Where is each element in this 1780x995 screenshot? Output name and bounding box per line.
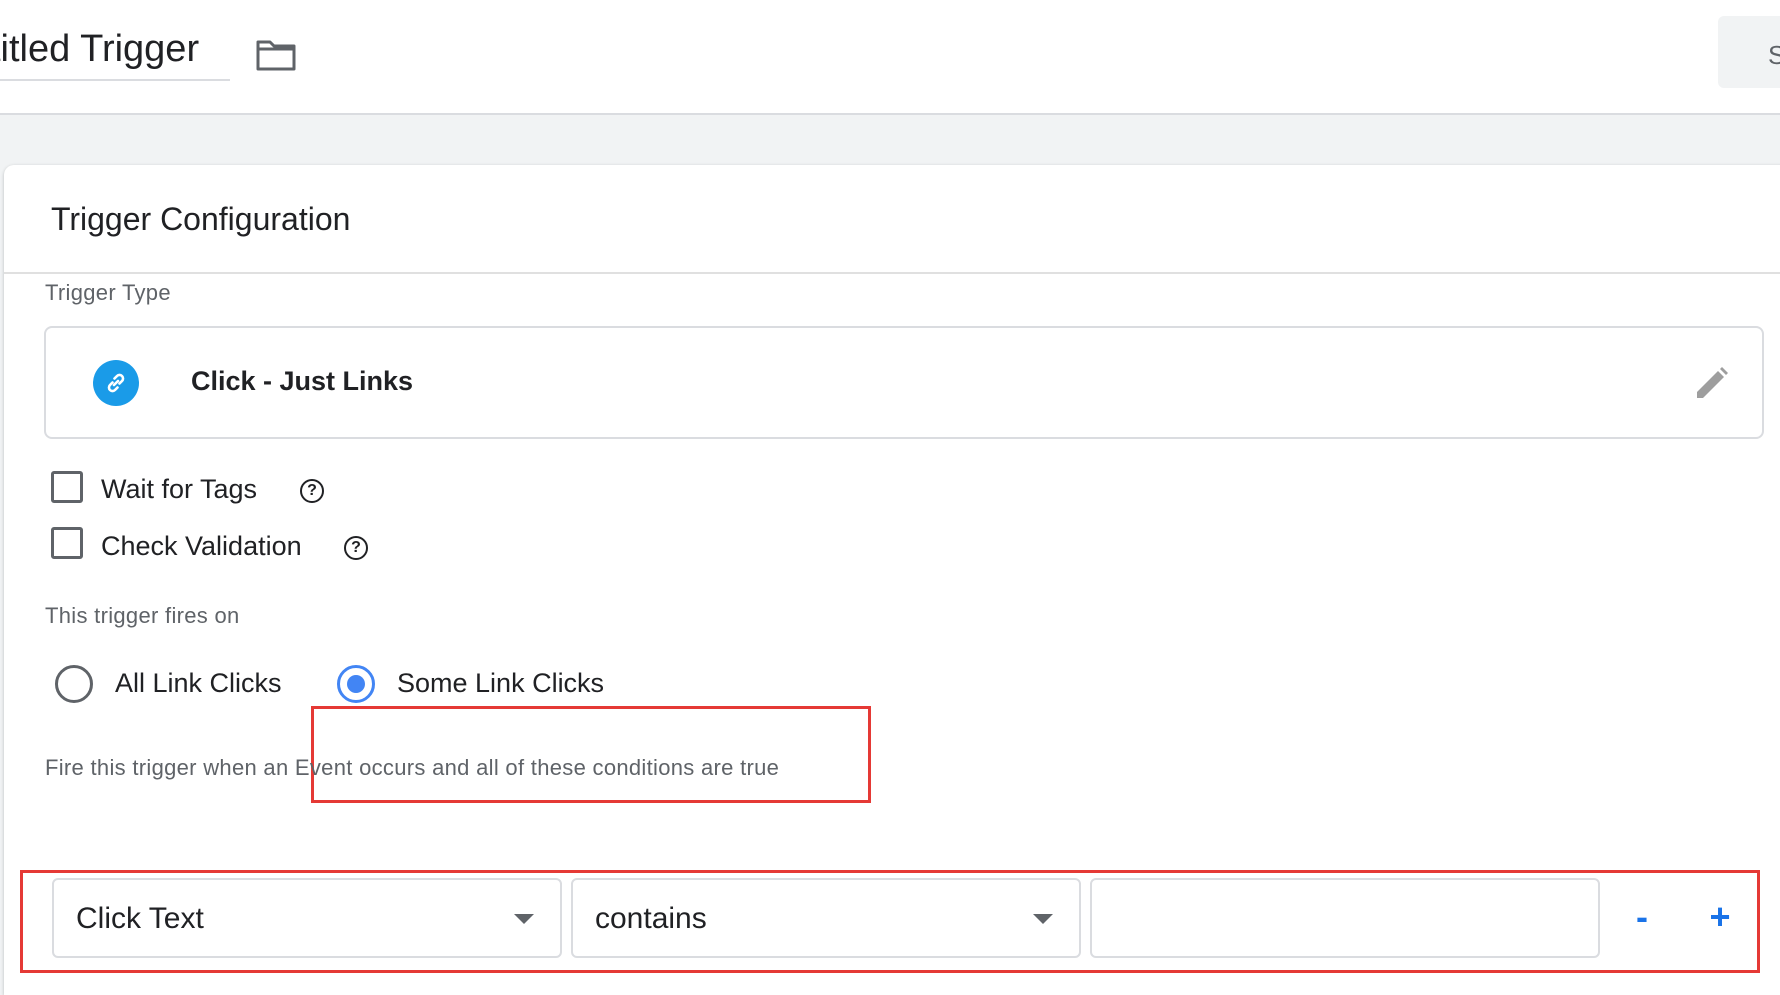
condition-operator-value: contains [595, 902, 707, 935]
all-link-clicks-radio[interactable] [55, 665, 93, 703]
help-icon[interactable]: ? [344, 536, 368, 560]
some-link-clicks-label: Some Link Clicks [397, 668, 605, 698]
dropdown-caret-icon [1033, 914, 1053, 924]
remove-condition-button[interactable]: - [1620, 892, 1664, 942]
all-link-clicks-label: All Link Clicks [115, 668, 282, 698]
some-link-clicks-radio[interactable] [337, 665, 375, 703]
folder-icon[interactable] [255, 38, 297, 72]
link-icon [93, 360, 139, 406]
wait-for-tags-label: Wait for Tags [101, 474, 258, 504]
add-condition-button[interactable]: + [1698, 892, 1742, 942]
check-validation-label: Check Validation [101, 531, 302, 561]
wait-for-tags-checkbox[interactable] [51, 471, 83, 503]
conditions-label: Fire this trigger when an Event occurs a… [45, 755, 780, 780]
fires-on-label: This trigger fires on [45, 603, 240, 628]
top-bar: titled Trigger Save [0, 0, 1780, 115]
trigger-type-selector[interactable]: Click - Just Links [44, 326, 1764, 439]
dropdown-caret-icon [514, 914, 534, 924]
save-button[interactable]: Save [1718, 16, 1780, 88]
condition-value-input[interactable] [1090, 878, 1600, 958]
condition-operator-select[interactable]: contains [571, 878, 1081, 958]
check-validation-checkbox[interactable] [51, 527, 83, 559]
condition-variable-value: Click Text [76, 902, 204, 935]
help-icon[interactable]: ? [300, 479, 324, 503]
condition-variable-select[interactable]: Click Text [52, 878, 562, 958]
trigger-configuration-card: Trigger Configuration Trigger Type Click… [4, 165, 1780, 995]
trigger-type-label: Trigger Type [45, 280, 171, 305]
card-header: Trigger Configuration [4, 165, 1780, 274]
pencil-icon[interactable] [1691, 364, 1731, 404]
trigger-type-name: Click - Just Links [191, 366, 414, 396]
trigger-name-field[interactable]: titled Trigger [0, 28, 230, 81]
card-title: Trigger Configuration [51, 201, 351, 237]
